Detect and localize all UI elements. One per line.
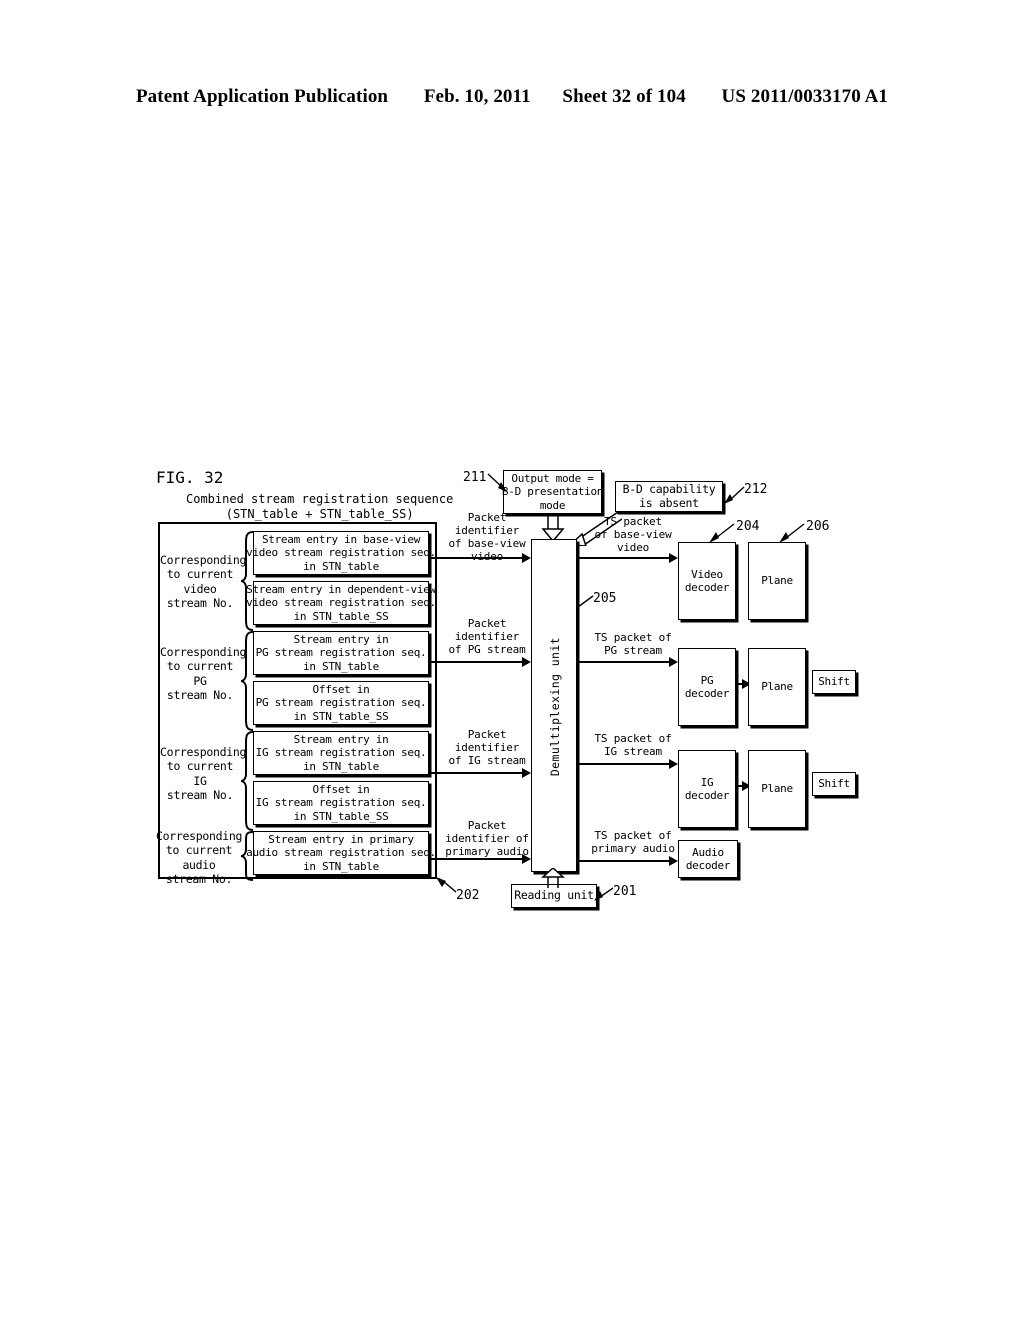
entry-box-pg-offset[interactable]: Offset in PG stream registration seq. in… <box>253 681 429 725</box>
entry-box-base-view-video[interactable]: Stream entry in base-view video stream r… <box>246 531 436 575</box>
pg-shift-box[interactable]: Shift <box>812 670 856 694</box>
output-label-base-view-video: TS packet of base-view video <box>594 515 672 554</box>
patent-figure-page: Patent Application Publication Feb. 10, … <box>0 0 1024 1320</box>
input-line-pg <box>429 661 524 663</box>
entry-box-primary-audio[interactable]: Stream entry in primary audio stream reg… <box>246 831 436 875</box>
group-caption-audio: Corresponding to current audio stream No… <box>156 829 243 887</box>
output-label-pg: TS packet of PG stream <box>594 631 672 657</box>
ref-206-leader <box>779 523 805 543</box>
figure-title: Combined stream registration sequence (S… <box>186 492 454 521</box>
input-line-ig <box>429 772 524 774</box>
ref-206: 206 <box>806 519 830 534</box>
output-arrowhead-video <box>669 553 678 563</box>
pg-decoder-box[interactable]: PG decoder <box>678 648 736 726</box>
ref-211-leader <box>487 473 507 492</box>
entry-box-pg-stream-entry[interactable]: Stream entry in PG stream registration s… <box>253 631 429 675</box>
ref-212-leader <box>724 486 745 504</box>
input-label-pg: Packet identifier of PG stream <box>448 617 526 656</box>
entry-box-ig-offset[interactable]: Offset in IG stream registration seq. in… <box>253 781 429 825</box>
group-caption-video: Corresponding to current video stream No… <box>160 553 247 611</box>
ref-204-leader <box>709 523 735 543</box>
ref-201-leader <box>594 887 614 901</box>
ref-205: 205 <box>593 591 617 606</box>
video-decoder-box[interactable]: Video decoder <box>678 542 736 620</box>
ig-plane-box[interactable]: Plane <box>748 750 806 828</box>
bd-capability-box[interactable]: B-D capability is absent <box>615 481 723 512</box>
ref-201: 201 <box>613 884 637 899</box>
video-plane-box[interactable]: Plane <box>748 542 806 620</box>
page-header: Patent Application Publication Feb. 10, … <box>0 86 1024 108</box>
demultiplexing-unit-label: Demultiplexing unit <box>548 636 562 777</box>
output-arrowhead-pg <box>669 657 678 667</box>
output-line-ig <box>577 763 671 765</box>
demultiplexing-unit-box[interactable]: Demultiplexing unit <box>531 539 577 872</box>
figure-label: FIG. 32 <box>156 468 224 487</box>
input-label-ig: Packet identifier of IG stream <box>448 728 526 767</box>
output-line-pg <box>577 661 671 663</box>
header-date: Feb. 10, 2011 <box>423 86 531 107</box>
input-arrowhead-ig <box>522 768 531 778</box>
header-publication: Patent Application Publication <box>135 86 389 107</box>
header-sheet: Sheet 32 of 104 <box>562 86 686 107</box>
entry-box-ig-stream-entry[interactable]: Stream entry in IG stream registration s… <box>253 731 429 775</box>
output-label-audio: TS packet of primary audio <box>591 829 675 855</box>
output-mode-box[interactable]: Output mode = B-D presentation mode <box>502 470 603 514</box>
ref-202-leader <box>436 877 457 893</box>
input-arrowhead-pg <box>522 657 531 667</box>
reading-unit-to-demux-arrow <box>541 868 565 888</box>
group-caption-pg: Corresponding to current PG stream No. <box>160 645 247 703</box>
ig-shift-box[interactable]: Shift <box>812 772 856 796</box>
output-arrowhead-audio <box>669 856 678 866</box>
group-caption-ig: Corresponding to current IG stream No. <box>160 745 247 803</box>
demultiplexing-unit-label-wrap: Demultiplexing unit <box>532 540 578 873</box>
output-arrowhead-ig <box>669 759 678 769</box>
output-label-ig: TS packet of IG stream <box>594 732 672 758</box>
ref-205-leader <box>577 595 594 608</box>
input-arrowhead-audio <box>522 854 531 864</box>
input-line-audio <box>429 858 524 860</box>
ref-212: 212 <box>744 482 768 497</box>
header-patent-number: US 2011/0033170 A1 <box>721 86 889 107</box>
ref-211: 211 <box>463 470 487 485</box>
output-line-audio <box>577 860 671 862</box>
brace-pg <box>240 631 254 731</box>
audio-decoder-box[interactable]: Audio decoder <box>678 840 738 878</box>
input-arrowhead-video <box>522 553 531 563</box>
brace-ig <box>240 731 254 831</box>
output-line-video <box>577 557 671 559</box>
pg-plane-box[interactable]: Plane <box>748 648 806 726</box>
ref-202: 202 <box>456 888 480 903</box>
entry-box-dependent-view-video[interactable]: Stream entry in dependent-view video str… <box>246 581 436 625</box>
ig-decoder-box[interactable]: IG decoder <box>678 750 736 828</box>
ref-204: 204 <box>736 519 760 534</box>
input-line-video <box>429 557 524 559</box>
